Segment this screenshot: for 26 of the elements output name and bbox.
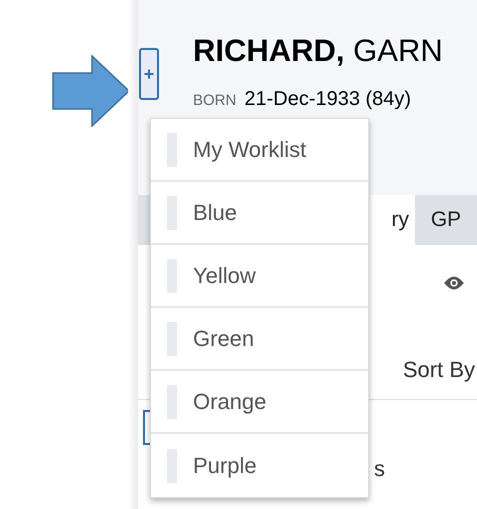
born-date: 21-Dec-1933 (84y) [244,87,412,112]
eye-icon[interactable] [443,275,465,291]
patient-name: RICHARD, GARN [193,32,443,70]
menu-item-label: Orange [193,388,266,416]
menu-item[interactable]: Blue [151,182,368,245]
menu-item[interactable]: Green [151,308,368,371]
menu-item-label: Yellow [193,262,256,290]
marker-icon [167,322,177,356]
marker-icon [167,258,177,292]
born-label: BORN [193,91,236,111]
list-text: s [374,455,385,483]
menu-item-label: My Worklist [193,136,306,164]
menu-item[interactable]: Yellow [151,245,368,308]
marker-icon [167,196,177,230]
arrow-icon [52,55,130,127]
menu-item[interactable]: Orange [151,371,368,434]
marker-icon [167,384,177,418]
menu-item-label: Purple [193,452,257,480]
menu-item-label: Blue [193,199,238,227]
marker-icon [167,132,177,166]
menu-item[interactable]: Purple [151,434,368,497]
marker-icon [167,448,177,482]
menu-item-label: Green [193,325,254,353]
add-button[interactable]: + [139,48,159,100]
sort-label[interactable]: Sort By [402,353,475,386]
menu-item[interactable]: My Worklist [151,119,368,182]
